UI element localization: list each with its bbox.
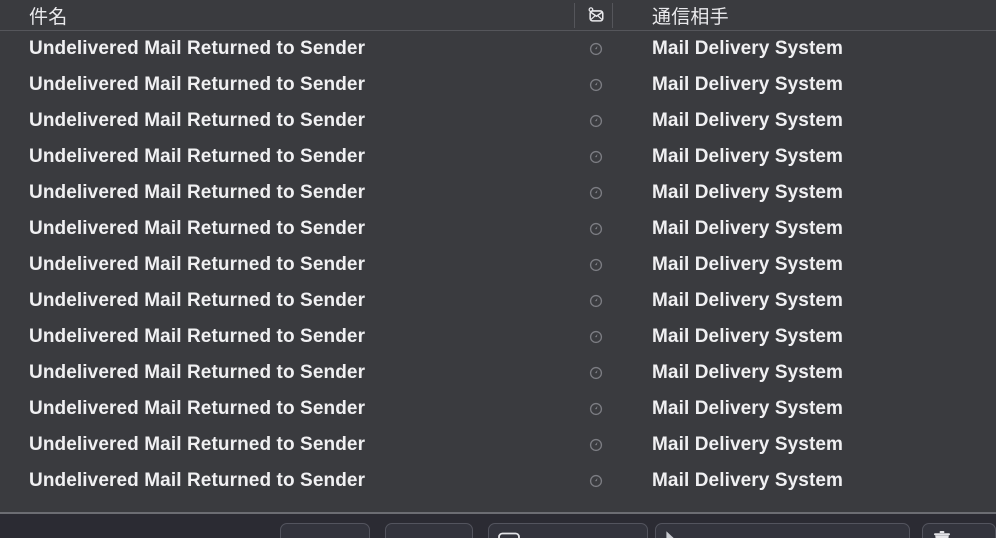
message-list-panel[interactable]: 件名 通信相手 Undelivered Mail Returned to Sen…	[0, 0, 996, 513]
message-subject: Undelivered Mail Returned to Sender	[29, 38, 366, 59]
circle-reply-icon	[589, 42, 603, 56]
message-status-cell[interactable]	[578, 391, 613, 427]
column-header-sender-label: 通信相手	[652, 6, 729, 28]
message-status-cell[interactable]	[578, 103, 613, 139]
keyboard-icon	[498, 531, 520, 538]
table-row[interactable]: Undelivered Mail Returned to Sender Mail …	[0, 247, 996, 283]
table-row[interactable]: Undelivered Mail Returned to Sender Mail …	[0, 175, 996, 211]
circle-reply-icon	[589, 366, 603, 380]
circle-reply-icon	[589, 330, 603, 344]
column-divider[interactable]	[612, 3, 613, 28]
message-sender: Mail Delivery System	[652, 254, 844, 275]
column-header-subject[interactable]: 件名	[29, 0, 67, 30]
message-status-cell[interactable]	[578, 175, 613, 211]
circle-reply-icon	[589, 474, 603, 488]
table-row[interactable]: Undelivered Mail Returned to Sender Mail …	[0, 139, 996, 175]
message-status-cell[interactable]	[578, 67, 613, 103]
message-sender: Mail Delivery System	[652, 362, 844, 383]
message-subject: Undelivered Mail Returned to Sender	[29, 110, 366, 131]
message-subject: Undelivered Mail Returned to Sender	[29, 290, 366, 311]
column-header-sender[interactable]: 通信相手	[652, 0, 729, 30]
message-subject: Undelivered Mail Returned to Sender	[29, 254, 366, 275]
circle-reply-icon	[589, 258, 603, 272]
message-sender: Mail Delivery System	[652, 110, 844, 131]
message-subject: Undelivered Mail Returned to Sender	[29, 182, 366, 203]
trash-icon	[932, 530, 952, 538]
message-list-column-header: 件名 通信相手	[0, 0, 996, 31]
circle-reply-icon	[589, 222, 603, 236]
table-row[interactable]: Undelivered Mail Returned to Sender Mail …	[0, 427, 996, 463]
circle-reply-icon	[589, 78, 603, 92]
column-divider[interactable]	[574, 3, 575, 28]
message-subject: Undelivered Mail Returned to Sender	[29, 362, 366, 383]
bottom-toolbar[interactable]	[0, 514, 996, 538]
table-row[interactable]: Undelivered Mail Returned to Sender Mail …	[0, 463, 996, 499]
toolbar-button[interactable]	[655, 523, 910, 538]
message-status-cell[interactable]	[578, 139, 613, 175]
message-subject: Undelivered Mail Returned to Sender	[29, 326, 366, 347]
message-sender: Mail Delivery System	[652, 146, 844, 167]
message-subject: Undelivered Mail Returned to Sender	[29, 398, 366, 419]
mail-message-list-window: 件名 通信相手 Undelivered Mail Returned to Sen…	[0, 0, 996, 538]
message-subject: Undelivered Mail Returned to Sender	[29, 470, 366, 491]
message-sender: Mail Delivery System	[652, 182, 844, 203]
circle-reply-icon	[589, 438, 603, 452]
table-row[interactable]: Undelivered Mail Returned to Sender Mail …	[0, 31, 996, 67]
envelope-icon	[587, 6, 605, 24]
message-list-rows: Undelivered Mail Returned to Sender Mail …	[0, 31, 996, 499]
message-status-cell[interactable]	[578, 319, 613, 355]
message-sender: Mail Delivery System	[652, 398, 844, 419]
table-row[interactable]: Undelivered Mail Returned to Sender Mail …	[0, 355, 996, 391]
message-sender: Mail Delivery System	[652, 218, 844, 239]
cursor-icon	[665, 530, 678, 538]
message-status-cell[interactable]	[578, 211, 613, 247]
message-subject: Undelivered Mail Returned to Sender	[29, 74, 366, 95]
message-status-cell[interactable]	[578, 463, 613, 499]
message-subject: Undelivered Mail Returned to Sender	[29, 434, 366, 455]
toolbar-button[interactable]	[922, 523, 996, 538]
message-subject: Undelivered Mail Returned to Sender	[29, 146, 366, 167]
message-sender: Mail Delivery System	[652, 434, 844, 455]
circle-reply-icon	[589, 186, 603, 200]
message-sender: Mail Delivery System	[652, 38, 844, 59]
circle-reply-icon	[589, 294, 603, 308]
message-status-cell[interactable]	[578, 427, 613, 463]
message-status-cell[interactable]	[578, 31, 613, 67]
circle-reply-icon	[589, 402, 603, 416]
message-status-cell[interactable]	[578, 247, 613, 283]
table-row[interactable]: Undelivered Mail Returned to Sender Mail …	[0, 67, 996, 103]
message-sender: Mail Delivery System	[652, 74, 844, 95]
message-sender: Mail Delivery System	[652, 470, 844, 491]
column-header-status[interactable]	[578, 0, 613, 30]
table-row[interactable]: Undelivered Mail Returned to Sender Mail …	[0, 283, 996, 319]
toolbar-button[interactable]	[280, 523, 370, 538]
message-status-cell[interactable]	[578, 283, 613, 319]
message-sender: Mail Delivery System	[652, 290, 844, 311]
table-row[interactable]: Undelivered Mail Returned to Sender Mail …	[0, 319, 996, 355]
message-subject: Undelivered Mail Returned to Sender	[29, 218, 366, 239]
table-row[interactable]: Undelivered Mail Returned to Sender Mail …	[0, 391, 996, 427]
message-status-cell[interactable]	[578, 355, 613, 391]
circle-reply-icon	[589, 150, 603, 164]
message-sender: Mail Delivery System	[652, 326, 844, 347]
toolbar-button[interactable]	[488, 523, 648, 538]
toolbar-button[interactable]	[385, 523, 473, 538]
table-row[interactable]: Undelivered Mail Returned to Sender Mail …	[0, 103, 996, 139]
circle-reply-icon	[589, 114, 603, 128]
table-row[interactable]: Undelivered Mail Returned to Sender Mail …	[0, 211, 996, 247]
column-header-subject-label: 件名	[29, 6, 68, 28]
